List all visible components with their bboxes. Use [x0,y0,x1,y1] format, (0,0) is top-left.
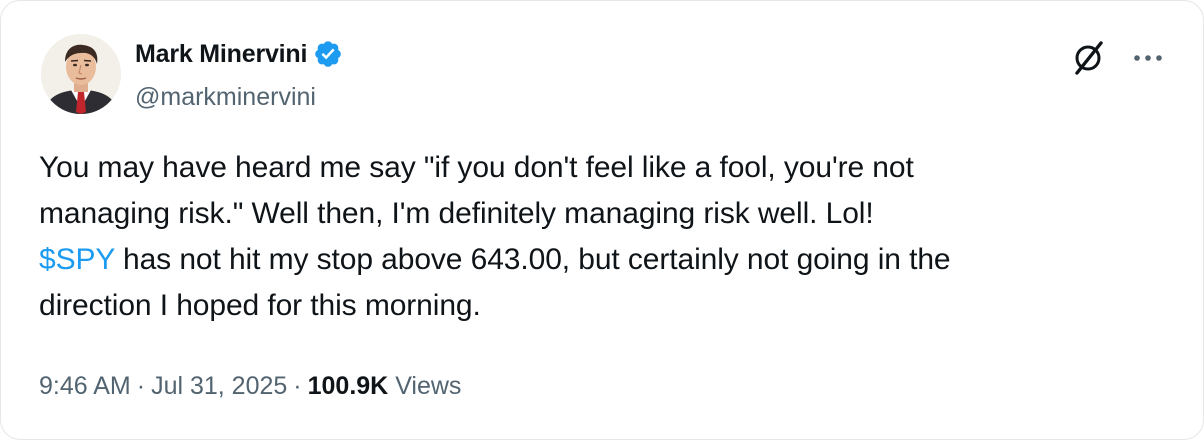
tweet-text-line: You may have heard me say "if you don't … [39,151,914,184]
tweet-meta: 9:46 AM · Jul 31, 2025 · 100.9K Views [39,372,461,401]
views-label[interactable]: Views [395,372,461,400]
author-display-name[interactable]: Mark Minervini [135,40,307,69]
post-date-link[interactable]: Jul 31, 2025 [151,372,287,400]
grok-icon[interactable] [1069,39,1107,77]
author-name-row: Mark Minervini [135,39,343,69]
meta-separator: · [136,372,146,400]
verified-badge-icon[interactable] [313,39,343,69]
views-count[interactable]: 100.9K [308,372,389,400]
tweet-text-line: $SPY has not hit my stop above 643.00, b… [39,237,1159,283]
cashtag-link[interactable]: $SPY [39,243,115,276]
avatar-portrait-icon [41,34,121,114]
author-handle[interactable]: @markminervini [135,83,316,112]
tweet-text-line: direction I hoped for this morning. [39,289,481,322]
tweet-text: You may have heard me say "if you don't … [39,145,1159,329]
more-options-icon[interactable] [1128,43,1168,73]
tweet-text-fragment: has not hit my stop above 643.00, but ce… [114,243,951,276]
tweet-text-line: managing risk." Well then, I'm definitel… [39,197,874,230]
tweet-card: Mark Minervini @markminervini You may ha… [0,0,1204,440]
avatar[interactable] [41,34,121,114]
meta-separator: · [293,372,302,400]
post-time-link[interactable]: 9:46 AM [39,372,131,400]
